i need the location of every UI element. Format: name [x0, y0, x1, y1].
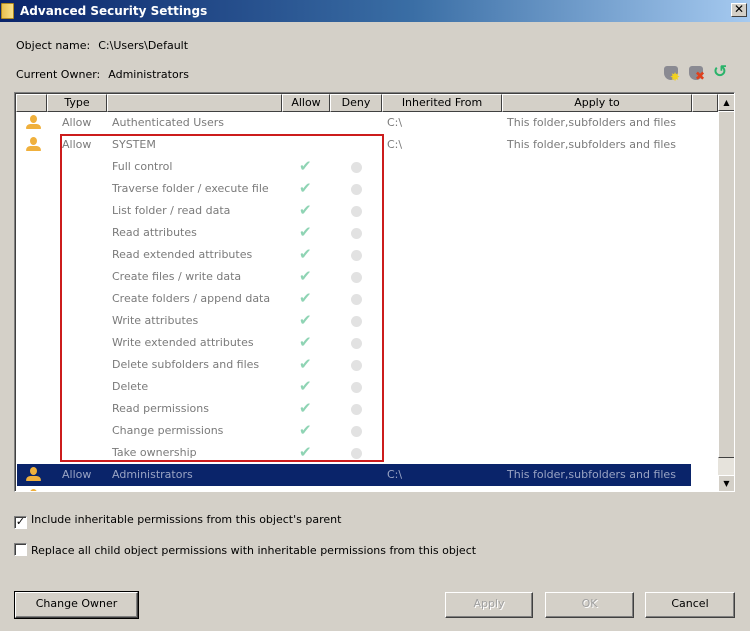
row-inherited-from: C:\: [387, 116, 403, 129]
close-button[interactable]: ✕: [731, 3, 747, 17]
replace-child-permissions-checkbox[interactable]: [14, 543, 27, 556]
window-title: Advanced Security Settings: [20, 4, 208, 18]
object-name-value: C:\Users\Default: [98, 39, 189, 52]
row-inherited-from: C:\: [387, 138, 403, 151]
replace-child-permissions-label[interactable]: Replace all child object permissions wit…: [31, 544, 476, 557]
table-row[interactable]: Allow Authenticated Users C:\ This folde…: [16, 112, 717, 134]
ok-button[interactable]: OK: [545, 592, 634, 618]
table-row-selected[interactable]: Allow Administrators C:\ This folder,sub…: [17, 464, 691, 486]
row-apply-to: This folder,subfolders and files: [507, 138, 676, 151]
scroll-up-button[interactable]: ▲: [718, 94, 734, 111]
replace-child-permissions-option[interactable]: Replace all child object permissions wit…: [14, 543, 476, 557]
column-header-inherited-from[interactable]: Inherited From: [382, 94, 502, 112]
column-header-icon[interactable]: [16, 94, 47, 112]
column-header-apply-to[interactable]: Apply to: [502, 94, 692, 112]
refresh-icon[interactable]: ↺: [713, 63, 730, 82]
cancel-button[interactable]: Cancel: [645, 592, 735, 618]
column-header-filler: [692, 94, 718, 112]
include-inheritable-checkbox[interactable]: ✓: [14, 516, 27, 529]
list-header: Type Allow Deny Inherited From Apply to: [16, 94, 718, 112]
current-owner-label: Current Owner:: [16, 68, 101, 81]
scroll-down-button[interactable]: ▼: [718, 475, 734, 491]
column-header-deny[interactable]: Deny: [330, 94, 382, 112]
row-apply-to: This folder,subfolders and files: [507, 468, 676, 481]
current-owner-value: Administrators: [108, 68, 189, 81]
row-apply-to: This folder,subfolders and files: [507, 116, 676, 129]
permissions-list[interactable]: Type Allow Deny Inherited From Apply to …: [14, 92, 735, 492]
user-icon: [25, 488, 41, 491]
apply-button[interactable]: Apply: [445, 592, 533, 618]
title-bar: Advanced Security Settings ✕: [0, 0, 750, 22]
include-inheritable-option[interactable]: ✓ Include inheritable permissions from th…: [14, 513, 341, 529]
add-permission-shield-icon[interactable]: ✸: [663, 65, 680, 83]
remove-permission-shield-icon[interactable]: ✖: [688, 65, 705, 82]
object-name-label: Object name:: [16, 39, 91, 52]
folder-icon: [1, 3, 14, 19]
user-icon: [25, 466, 41, 482]
user-icon: [25, 114, 41, 130]
row-type: Allow: [62, 468, 92, 481]
scroll-thumb[interactable]: [718, 111, 734, 458]
current-owner-row: Current Owner: Administrators: [16, 68, 189, 81]
row-principal: Authenticated Users: [112, 116, 225, 129]
row-type: Allow: [62, 116, 92, 129]
column-header-name[interactable]: [107, 94, 282, 112]
row-principal: Administrators: [112, 468, 193, 481]
change-owner-button[interactable]: Change Owner: [14, 591, 139, 619]
object-name-row: Object name: C:\Users\Default: [16, 39, 188, 52]
table-row-partial[interactable]: [16, 486, 717, 491]
column-header-allow[interactable]: Allow: [282, 94, 330, 112]
vertical-scrollbar[interactable]: ▲ ▼: [718, 94, 734, 491]
user-icon: [25, 136, 41, 152]
highlight-annotation: [60, 134, 384, 462]
column-header-type[interactable]: Type: [47, 94, 107, 112]
include-inheritable-label[interactable]: Include inheritable permissions from thi…: [31, 513, 341, 526]
row-inherited-from: C:\: [387, 468, 403, 481]
